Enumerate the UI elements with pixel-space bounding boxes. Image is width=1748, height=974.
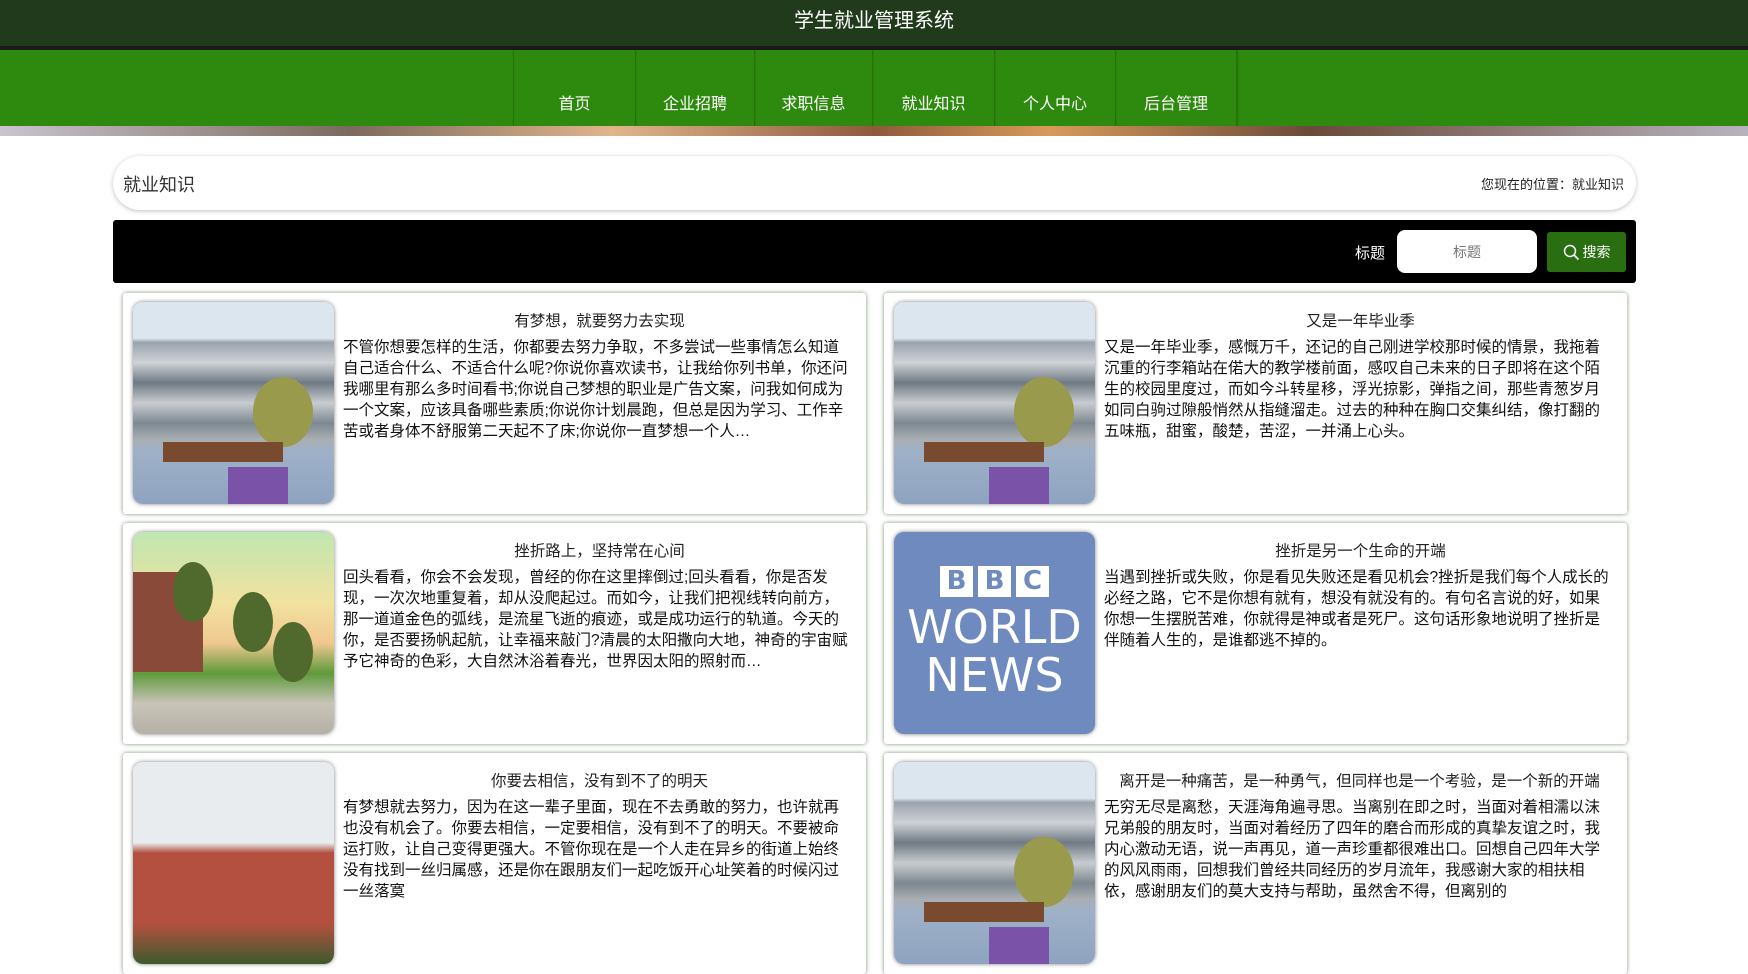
search-button-label: 搜索 (1582, 244, 1611, 260)
article-image[interactable] (894, 762, 1095, 964)
article-title[interactable]: 有梦想，就要努力去实现 (343, 309, 856, 331)
article-card[interactable]: 离开是一种痛苦，是一种勇气，但同样也是一个考验，是一个新的开端 无穷无尽是离愁，… (884, 753, 1627, 974)
article-image[interactable] (133, 762, 334, 964)
logo-text: NEWS (925, 648, 1064, 702)
article-excerpt: 当遇到挫折或失败，你是看见失败还是看见机会?挫折是我们每个人成长的必经之路，它不… (1104, 569, 1609, 649)
main-nav: 首页 企业招聘 求职信息 就业知识 个人中心 后台管理 (0, 50, 1748, 126)
article-card[interactable]: 有梦想，就要努力去实现 不管你想要怎样的生活，你都要去努力争取，不多尝试一些事情… (123, 293, 866, 514)
search-label: 标题 (1355, 245, 1386, 262)
article-image[interactable] (894, 302, 1095, 504)
article-image[interactable] (133, 302, 334, 504)
article-image[interactable]: BBC WORLD NEWS (894, 532, 1095, 734)
article-title[interactable]: 你要去相信，没有到不了的明天 (343, 769, 856, 791)
current-location: 您现在的位置：就业知识 (1480, 177, 1624, 192)
nav-company-recruitment[interactable]: 企业招聘 (635, 50, 754, 126)
article-excerpt: 有梦想就去努力，因为在这一辈子里面，现在不去勇敢的努力，也许就再也没有机会了。你… (343, 799, 840, 900)
article-title[interactable]: 离开是一种痛苦，是一种勇气，但同样也是一个考验，是一个新的开端 (1098, 769, 1621, 791)
article-excerpt: 不管你想要怎样的生活，你都要去努力争取，不多尝试一些事情怎么知道自己适合什么、不… (343, 339, 848, 440)
article-title[interactable]: 挫折是另一个生命的开端 (1104, 539, 1617, 561)
article-image[interactable] (133, 532, 334, 734)
nav-admin[interactable]: 后台管理 (1115, 50, 1237, 126)
article-excerpt: 又是一年毕业季，感慨万千，还记的自己刚进学校那时候的情景，我拖着沉重的行李箱站在… (1104, 339, 1601, 440)
bbc-logo: BBC (894, 566, 1095, 597)
article-card[interactable]: 挫折路上，坚持常在心间 回头看看，你会不会发现，曾经的你在这里摔倒过;回头看看，… (123, 523, 866, 744)
nav-employment-knowledge[interactable]: 就业知识 (872, 50, 994, 126)
breadcrumb: 就业知识 您现在的位置：就业知识 (113, 156, 1636, 210)
article-title[interactable]: 又是一年毕业季 (1104, 309, 1617, 331)
nav-personal-center[interactable]: 个人中心 (994, 50, 1115, 126)
logo-text: WORLD (907, 600, 1082, 654)
title-search-input[interactable] (1397, 230, 1537, 273)
article-excerpt: 无穷无尽是离愁，天涯海角遍寻思。当离别在即之时，当面对着相濡以沫兄弟般的朋友时，… (1104, 799, 1601, 900)
search-button[interactable]: 搜索 (1547, 232, 1626, 272)
article-excerpt: 回头看看，你会不会发现，曾经的你在这里摔倒过;回头看看，你是否发现，一次次地重复… (343, 569, 848, 670)
site-header: 学生就业管理系统 (0, 0, 1748, 46)
search-bar: 标题 搜索 (113, 220, 1636, 283)
site-title: 学生就业管理系统 (794, 10, 954, 32)
article-title[interactable]: 挫折路上，坚持常在心间 (343, 539, 856, 561)
page-title: 就业知识 (123, 175, 195, 195)
nav-job-seeking[interactable]: 求职信息 (754, 50, 872, 126)
banner-image (0, 126, 1748, 136)
nav-home[interactable]: 首页 (513, 50, 635, 126)
article-card[interactable]: BBC WORLD NEWS 挫折是另一个生命的开端 当遇到挫折或失败，你是看见… (884, 523, 1627, 744)
article-card[interactable]: 你要去相信，没有到不了的明天 有梦想就去努力，因为在这一辈子里面，现在不去勇敢的… (123, 753, 866, 974)
search-icon (1563, 244, 1579, 260)
article-card[interactable]: 又是一年毕业季 又是一年毕业季，感慨万千，还记的自己刚进学校那时候的情景，我拖着… (884, 293, 1627, 514)
